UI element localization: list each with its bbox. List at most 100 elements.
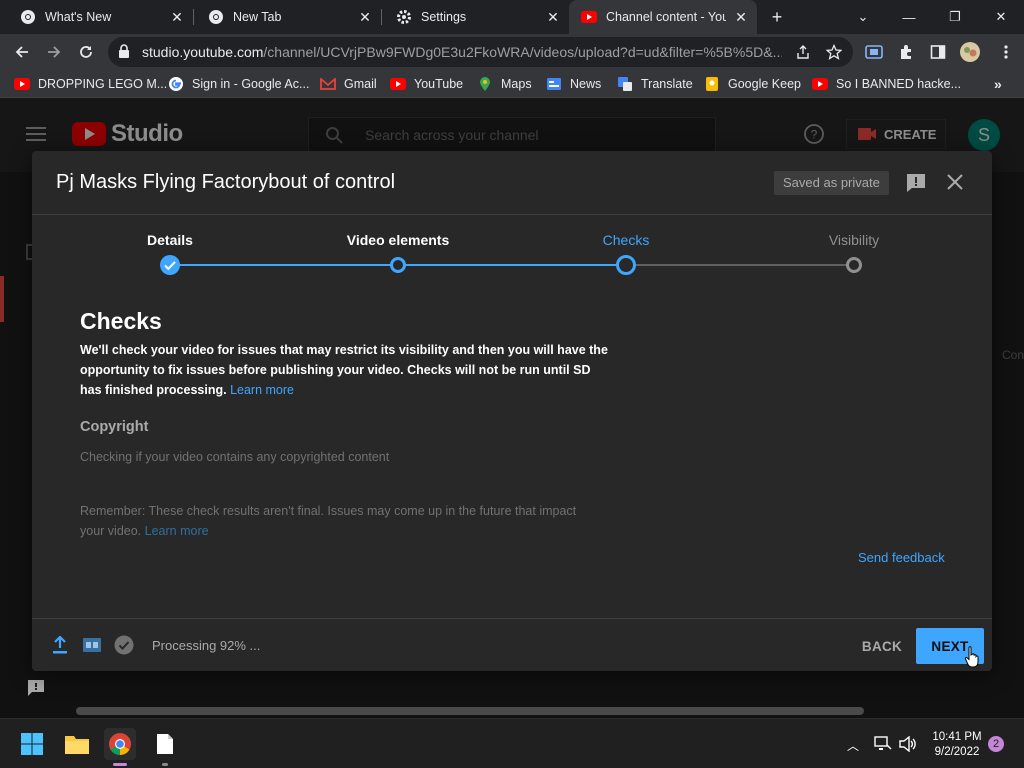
reload-icon[interactable] bbox=[72, 38, 100, 66]
notepad-icon[interactable] bbox=[149, 728, 181, 760]
bookmark-item[interactable]: So I BANNED hacke... bbox=[812, 75, 961, 93]
close-icon[interactable]: ✕ bbox=[357, 9, 373, 25]
minimize-button[interactable]: — bbox=[886, 0, 932, 34]
tab-title: Settings bbox=[421, 10, 467, 24]
bookmark-label: YouTube bbox=[414, 77, 464, 91]
screen-cast-icon[interactable] bbox=[864, 42, 884, 62]
tab-settings[interactable]: Settings ✕ bbox=[376, 0, 569, 34]
close-icon[interactable]: ✕ bbox=[545, 9, 561, 25]
youtube-icon bbox=[812, 76, 828, 92]
windows-taskbar: ︿ 10:41 PM 9/2/2022 bbox=[0, 718, 1024, 768]
lock-icon bbox=[118, 43, 132, 61]
step-details-label[interactable]: Details bbox=[147, 232, 193, 248]
dialog-divider bbox=[32, 214, 992, 215]
close-icon[interactable]: ✕ bbox=[733, 9, 749, 25]
more-vert-icon[interactable] bbox=[996, 42, 1016, 62]
chrome-icon bbox=[208, 9, 224, 25]
checks-status-icon[interactable] bbox=[114, 635, 134, 660]
bookmark-item[interactable]: Sign in - Google Ac... bbox=[168, 75, 309, 93]
bookmark-item[interactable]: DROPPING LEGO M... bbox=[14, 75, 167, 93]
learn-more-link[interactable]: Learn more bbox=[230, 383, 294, 397]
upload-icon[interactable] bbox=[52, 635, 68, 659]
feedback-chat-icon[interactable] bbox=[26, 678, 46, 703]
step-visibility-node[interactable] bbox=[846, 257, 862, 273]
horizontal-scrollbar[interactable] bbox=[76, 707, 864, 715]
maps-icon bbox=[477, 76, 493, 92]
system-clock[interactable]: 10:41 PM 9/2/2022 bbox=[922, 730, 992, 760]
bookmark-item[interactable]: Gmail bbox=[320, 75, 377, 93]
clock-time: 10:41 PM bbox=[932, 731, 982, 743]
step-video-elements-node[interactable] bbox=[390, 257, 406, 273]
chrome-taskbar-icon[interactable] bbox=[104, 728, 136, 760]
close-window-button[interactable]: ✕ bbox=[978, 0, 1024, 34]
chrome-icon bbox=[20, 9, 36, 25]
checks-description: We'll check your video for issues that m… bbox=[80, 343, 608, 397]
tab-whats-new[interactable]: What's New ✕ bbox=[0, 0, 193, 34]
bookmark-label: Google Keep bbox=[728, 77, 801, 91]
side-panel-icon[interactable] bbox=[928, 42, 948, 62]
bookmark-label: Translate bbox=[641, 77, 693, 91]
youtube-icon bbox=[581, 9, 597, 25]
google-icon bbox=[168, 76, 184, 92]
gmail-icon bbox=[320, 76, 336, 92]
tab-channel-content[interactable]: Channel content - YouTube Studio ✕ bbox=[569, 0, 757, 34]
new-tab-button[interactable]: + bbox=[760, 0, 794, 34]
footer-divider bbox=[32, 618, 992, 619]
restore-button[interactable]: ❐ bbox=[932, 0, 978, 34]
app-open-indicator bbox=[162, 763, 168, 766]
network-icon[interactable] bbox=[874, 736, 892, 757]
step-details-check-icon[interactable] bbox=[160, 255, 180, 275]
report-issue-icon[interactable] bbox=[905, 172, 927, 199]
stepper-remaining-track bbox=[626, 264, 854, 266]
back-button[interactable]: BACK bbox=[852, 628, 912, 664]
youtube-icon bbox=[14, 76, 30, 92]
close-icon[interactable]: ✕ bbox=[169, 9, 185, 25]
bookmark-label: News bbox=[570, 77, 602, 91]
saved-status-badge: Saved as private bbox=[774, 171, 889, 195]
keep-icon bbox=[704, 76, 720, 92]
mouse-cursor-icon bbox=[964, 646, 980, 673]
copyright-status: Checking if your video contains any copy… bbox=[80, 450, 390, 464]
step-visibility-label[interactable]: Visibility bbox=[829, 232, 879, 248]
volume-icon[interactable] bbox=[899, 735, 917, 757]
tab-new-tab[interactable]: New Tab ✕ bbox=[188, 0, 381, 34]
extensions-puzzle-icon[interactable] bbox=[896, 42, 916, 62]
address-bar[interactable]: studio.youtube.com/channel/UCVrjPBw9FWDg… bbox=[108, 37, 853, 67]
forward-arrow-icon[interactable] bbox=[40, 38, 68, 66]
bookmarks-bar: DROPPING LEGO M... Sign in - Google Ac..… bbox=[0, 70, 1024, 98]
processing-status: Processing 92% ... bbox=[152, 638, 261, 653]
news-icon bbox=[546, 76, 562, 92]
step-checks-label[interactable]: Checks bbox=[603, 232, 650, 248]
translate-icon bbox=[617, 76, 633, 92]
bookmark-label: So I BANNED hacke... bbox=[836, 77, 962, 91]
copyright-heading: Copyright bbox=[80, 419, 149, 435]
remember-learn-more-link[interactable]: Learn more bbox=[145, 524, 209, 538]
bookmark-star-icon[interactable] bbox=[824, 42, 844, 62]
browser-tab-strip: What's New ✕ New Tab ✕ Settings ✕ Channe… bbox=[0, 0, 1024, 34]
bookmark-label: DROPPING LEGO M... bbox=[38, 77, 168, 91]
bookmark-item[interactable]: Google Keep bbox=[704, 75, 801, 93]
notification-count-badge[interactable]: 2 bbox=[988, 736, 1004, 752]
bookmark-item[interactable]: News bbox=[546, 75, 601, 93]
bookmark-item[interactable]: Translate bbox=[617, 75, 693, 93]
share-icon[interactable] bbox=[793, 42, 813, 62]
tab-search-icon[interactable]: ⌄ bbox=[840, 0, 886, 34]
step-checks-node[interactable] bbox=[616, 255, 636, 275]
bookmarks-overflow-icon[interactable]: » bbox=[994, 75, 1002, 93]
profile-avatar[interactable] bbox=[958, 40, 982, 64]
show-hidden-icons[interactable]: ︿ bbox=[847, 737, 859, 754]
windows-start-icon[interactable] bbox=[16, 728, 48, 760]
close-icon[interactable] bbox=[946, 173, 964, 196]
send-feedback-link[interactable]: Send feedback bbox=[858, 550, 945, 565]
hd-processing-icon[interactable] bbox=[82, 637, 102, 658]
file-explorer-icon[interactable] bbox=[61, 728, 93, 760]
back-arrow-icon[interactable] bbox=[8, 38, 36, 66]
tab-title: New Tab bbox=[233, 10, 282, 24]
dialog-title: Pj Masks Flying Factorybout of control bbox=[56, 171, 396, 193]
bookmark-label: Sign in - Google Ac... bbox=[192, 77, 310, 91]
step-video-elements-label[interactable]: Video elements bbox=[347, 232, 449, 248]
bookmark-item[interactable]: YouTube bbox=[390, 75, 463, 93]
remember-note: Remember: These check results aren't fin… bbox=[80, 504, 577, 538]
checks-heading: Checks bbox=[80, 308, 162, 334]
bookmark-item[interactable]: Maps bbox=[477, 75, 532, 93]
